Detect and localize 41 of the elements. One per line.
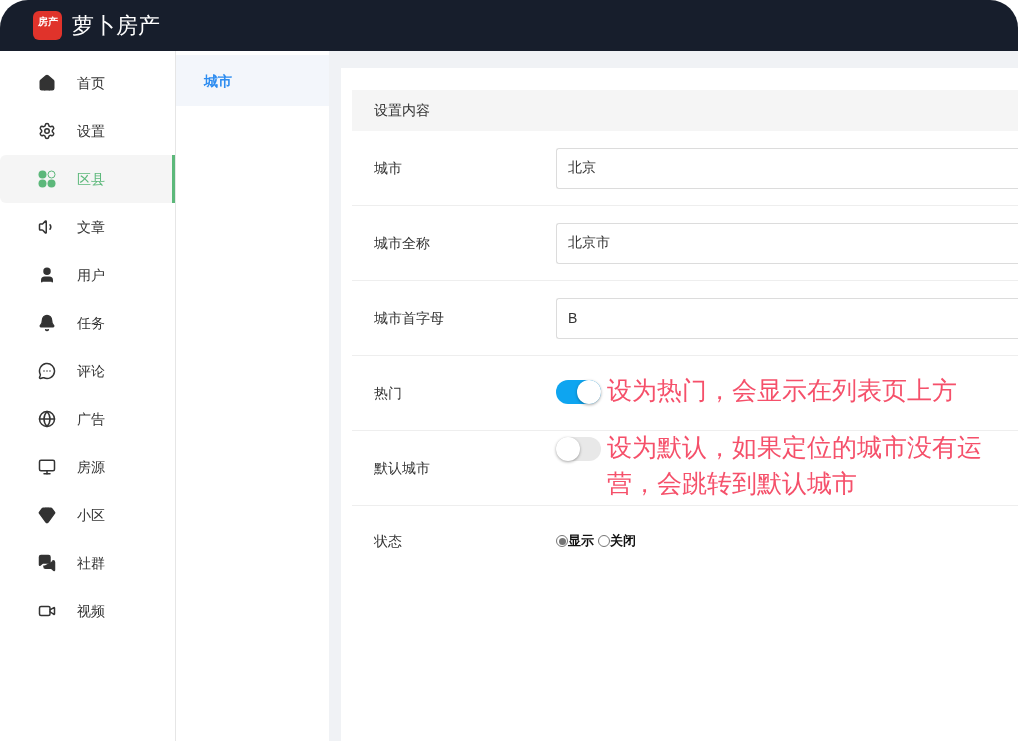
text-field[interactable]: 北京 [556, 147, 1018, 189]
annotation-text: 设为默认，如果定位的城市没有运营，会跳转到默认城市 [607, 432, 983, 499]
text-field[interactable]: B [556, 297, 1018, 339]
settings-icon [38, 122, 56, 140]
section-header: 设置内容 [352, 90, 1018, 131]
globe-icon [38, 410, 56, 428]
sidebar-item[interactable]: 小区 [0, 491, 175, 539]
sidebar-item[interactable]: 用户 [0, 251, 175, 299]
text-field[interactable]: 北京市 [556, 222, 1018, 264]
field-label: 城市全称 [374, 233, 431, 253]
home-icon [38, 74, 56, 92]
toggle-switch[interactable] [556, 380, 601, 404]
field-label: 默认城市 [374, 458, 431, 478]
field-label: 状态 [374, 531, 403, 551]
app-logo: 房产 [33, 11, 62, 40]
sidebar-item[interactable]: 社群 [0, 539, 175, 587]
four-circles-icon [38, 170, 56, 188]
sidebar-item[interactable]: 广告 [0, 395, 175, 443]
app-title: 萝卜房产 [72, 12, 160, 40]
sidebar-item[interactable]: 评论 [0, 347, 175, 395]
sidebar-item[interactable]: 视频 [0, 587, 175, 635]
chat-bubbles-icon [38, 554, 56, 572]
monitor-icon [38, 458, 56, 476]
radio-button[interactable] [598, 535, 610, 547]
bell-icon [38, 314, 56, 332]
radio-label: 关闭 [610, 532, 636, 551]
field-label: 城市 [374, 158, 403, 178]
diamond-icon [38, 506, 56, 524]
field-label: 热门 [374, 383, 403, 403]
sidebar-item[interactable]: 任务 [0, 299, 175, 347]
sidebar-item[interactable]: 房源 [0, 443, 175, 491]
radio-label: 显示 [568, 532, 594, 551]
user-icon [38, 266, 56, 284]
annotation-text: 设为热门，会显示在列表页上方 [607, 375, 958, 406]
field-label: 城市首字母 [374, 308, 445, 328]
radio-button[interactable] [556, 535, 568, 547]
chat-bubble-icon [38, 362, 56, 380]
toggle-switch[interactable] [556, 437, 601, 461]
sidebar-item[interactable]: 首页 [0, 59, 175, 107]
sidebar-item[interactable]: 设置 [0, 107, 175, 155]
sidebar-item[interactable]: 文章 [0, 203, 175, 251]
